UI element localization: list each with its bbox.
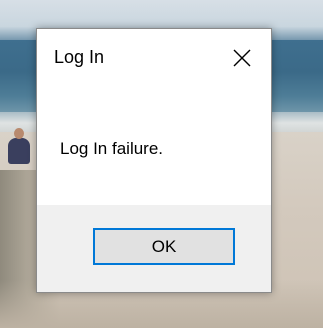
wallpaper-beachgoer	[8, 138, 30, 164]
dialog-title: Log In	[54, 47, 105, 67]
dialog-message: Log In failure.	[60, 139, 164, 158]
wallpaper-beachgoer-head	[14, 128, 24, 139]
dialog-title-bar[interactable]: Log In	[37, 29, 271, 87]
ok-button[interactable]: OK	[93, 228, 235, 265]
dialog-button-bar: OK	[37, 205, 271, 292]
close-button[interactable]	[223, 39, 261, 77]
dialog-content: Log In failure.	[37, 87, 271, 205]
close-icon	[233, 49, 251, 67]
login-failure-dialog: Log In Log In failure. OK	[36, 28, 272, 293]
